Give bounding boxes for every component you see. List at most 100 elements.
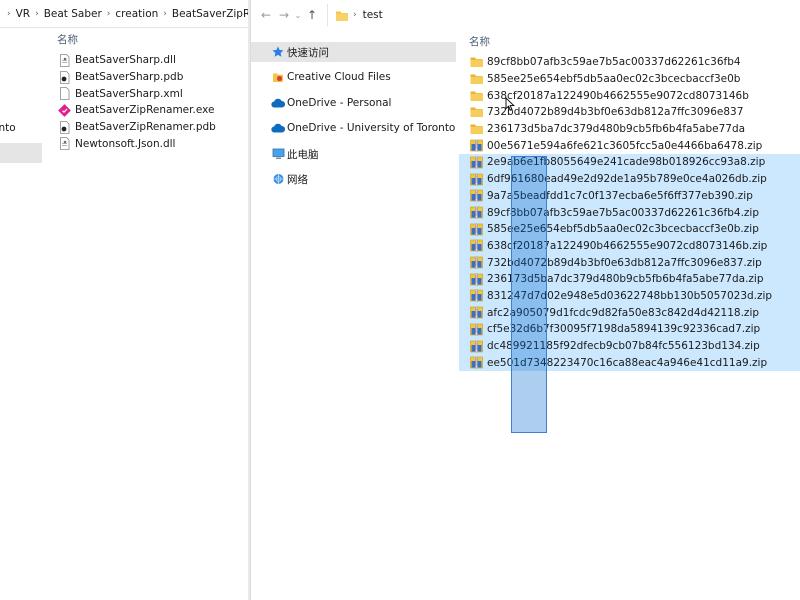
computer-icon: [271, 148, 285, 161]
dll-file-icon: [58, 137, 71, 151]
zip-file-icon: [470, 289, 483, 302]
zip-file-icon: [470, 239, 483, 252]
list-item[interactable]: BeatSaverSharp.pdb: [50, 69, 248, 86]
zip-list-item[interactable]: dc489921185f92dfecb9cb07b84fc556123bd134…: [459, 337, 800, 355]
zip-list-item[interactable]: afc2a905079d1fcdc9d82fa50e83c842d4d42118…: [459, 304, 800, 321]
nav-item-this-pc[interactable]: 此电脑: [251, 144, 456, 164]
list-item[interactable]: BeatSaverSharp.xml: [50, 85, 248, 102]
breadcrumb-item[interactable]: creation: [115, 8, 158, 20]
nav-item-label: 此电脑: [287, 148, 319, 161]
folder-icon: [470, 123, 483, 136]
zip-file-icon: [470, 156, 483, 169]
up-arrow-icon[interactable]: ↑: [303, 4, 321, 26]
left-file-list: 名称 BeatSaverSharp.dll BeatSaverSharp.pdb B…: [50, 28, 248, 600]
zip-file-icon: [470, 206, 483, 219]
network-icon: [271, 173, 285, 186]
zip-list-item[interactable]: 831247d7d02e948e5d03622748bb130b5057023d…: [459, 287, 800, 305]
chevron-right-icon: ›: [7, 8, 11, 19]
zip-list-item[interactable]: 9a7a5beadfdd1c7c0f137ecba6e5f6ff377eb390…: [459, 187, 800, 205]
file-name: 2e9ab6e1fb8055649e241cade98b018926cc93a8…: [487, 156, 766, 169]
file-name: cf5e32d6b7f30095f7198da5894139c92336cad7…: [487, 323, 761, 336]
right-navigation-pane: 快速访问 Creative Cloud Files OneDrive - Per…: [251, 30, 456, 600]
pdb-file-icon: [58, 70, 71, 84]
nav-item-university-of-toronto[interactable]: ronto: [0, 118, 42, 138]
nav-item-onedrive-personal[interactable]: OneDrive - Personal: [251, 93, 456, 113]
list-item[interactable]: Newtonsoft.Json.dll: [50, 135, 248, 152]
cloud-icon: [271, 122, 285, 135]
list-item[interactable]: BeatSaverZipRenamer.pdb: [50, 119, 248, 136]
list-item[interactable]: BeatSaverSharp.dll: [50, 52, 248, 69]
file-name: 585ee25e654ebf5db5aa0ec02c3bcecbaccf3e0b: [487, 73, 741, 86]
file-name: BeatSaverZipRenamer.pdb: [75, 121, 216, 134]
zip-list-item[interactable]: 89cf8bb07afb3c59ae7b5ac00337d62261c36fb4…: [459, 204, 800, 221]
column-header-name[interactable]: 名称: [50, 28, 248, 52]
file-name: 831247d7d02e948e5d03622748bb130b5057023d…: [487, 289, 773, 302]
navigation-toolbar: ← → ⌄ ↑ › test: [251, 0, 800, 30]
nav-item-creative-cloud-files[interactable]: Creative Cloud Files: [251, 67, 456, 87]
zip-file-icon: [470, 139, 483, 152]
file-name: 638cf20187a122490b4662555e9072cd8073146b: [487, 89, 749, 102]
file-name: 89cf8bb07afb3c59ae7b5ac00337d62261c36fb4: [487, 56, 741, 69]
folder-icon: [470, 89, 483, 102]
star-icon: [271, 46, 285, 59]
folder-list-item[interactable]: 236173d5ba7dc379d480b9cb5fb6b4fa5abe77da: [459, 121, 800, 138]
zip-file-icon: [470, 189, 483, 202]
zip-list-item[interactable]: ee501d7348223470c16ca88eac4a946e41cd11a9…: [459, 354, 800, 372]
file-name: 236173d5ba7dc379d480b9cb5fb6b4fa5abe77da…: [487, 273, 764, 286]
xml-file-icon: [58, 87, 71, 101]
file-name: BeatSaverZipRenamer.exe: [75, 104, 215, 117]
folder-list-item[interactable]: 638cf20187a122490b4662555e9072cd8073146b: [459, 87, 800, 104]
breadcrumb-item[interactable]: BeatSaverZipRenam: [172, 8, 250, 20]
right-address-bar[interactable]: › test: [327, 4, 383, 26]
zip-list-item[interactable]: 6df961680ead49e2d92de1a95b789e0ce4a026db…: [459, 170, 800, 188]
back-arrow-icon[interactable]: ←: [257, 4, 275, 26]
zip-list-item[interactable]: 585ee25e654ebf5db5aa0ec02c3bcecbaccf3e0b…: [459, 220, 800, 238]
folder-icon: [470, 73, 483, 86]
folder-icon: [336, 10, 348, 21]
file-name: ee501d7348223470c16ca88eac4a946e41cd11a9…: [487, 356, 768, 369]
nav-item-onedrive-university[interactable]: OneDrive - University of Toronto: [251, 118, 456, 138]
folder-list-item[interactable]: 585ee25e654ebf5db5aa0ec02c3bcecbaccf3e0b: [459, 71, 800, 88]
folder-list-item[interactable]: 89cf8bb07afb3c59ae7b5ac00337d62261c36fb4: [459, 54, 800, 71]
zip-list-item[interactable]: 638cf20187a122490b4662555e9072cd8073146b…: [459, 237, 800, 255]
zip-list-item[interactable]: 2e9ab6e1fb8055649e241cade98b018926cc93a8…: [459, 154, 800, 171]
zip-file-icon: [470, 340, 483, 353]
nav-item-label: OneDrive - Personal: [287, 97, 392, 109]
nav-item-label: 网络: [287, 173, 308, 186]
folder-list-item[interactable]: 732bd4072b89d4b3bf0e63db812a7ffc3096e837: [459, 104, 800, 121]
file-name: Newtonsoft.Json.dll: [75, 137, 176, 150]
breadcrumb-item[interactable]: VR: [16, 8, 30, 20]
nav-item-network[interactable]: 网络: [251, 169, 456, 189]
breadcrumb-item[interactable]: test: [363, 9, 383, 21]
file-name: afc2a905079d1fcdc9d82fa50e83c842d4d42118…: [487, 306, 760, 319]
forward-arrow-icon[interactable]: →: [275, 4, 293, 26]
file-name: 00e5671e594a6fe621c3605fcc5a0e4466ba6478…: [487, 139, 763, 152]
file-name: 585ee25e654ebf5db5aa0ec02c3bcecbaccf3e0b…: [487, 223, 759, 236]
chevron-right-icon: ›: [35, 8, 39, 19]
nav-item-selected[interactable]: [0, 143, 42, 163]
list-item[interactable]: BeatSaverZipRenamer.exe: [50, 102, 248, 119]
zip-file-icon: [470, 256, 483, 269]
zip-list-item[interactable]: 236173d5ba7dc379d480b9cb5fb6b4fa5abe77da…: [459, 270, 800, 288]
zip-list-item[interactable]: 732bd4072b89d4b3bf0e63db812a7ffc3096e837…: [459, 254, 800, 271]
pdb-file-icon: [58, 120, 71, 134]
left-address-bar[interactable]: › VR › Beat Saber › creation › BeatSaver…: [0, 0, 250, 28]
file-name: dc489921185f92dfecb9cb07b84fc556123bd134…: [487, 340, 760, 353]
right-explorer-window: ← → ⌄ ↑ › test 快速访问 Creative Cloud Files: [250, 0, 800, 600]
file-name: 732bd4072b89d4b3bf0e63db812a7ffc3096e837…: [487, 256, 762, 269]
exe-file-icon: [58, 104, 71, 117]
chevron-down-icon[interactable]: ⌄: [293, 4, 303, 26]
column-header-name[interactable]: 名称: [459, 30, 800, 54]
zip-file-icon: [470, 306, 483, 319]
zip-list-item[interactable]: 00e5671e594a6fe621c3605fcc5a0e4466ba6478…: [459, 137, 800, 154]
nav-item-label: Creative Cloud Files: [287, 71, 391, 83]
left-explorer-window: › VR › Beat Saber › creation › BeatSaver…: [0, 0, 250, 600]
nav-item-quick-access[interactable]: 快速访问: [251, 42, 456, 62]
file-name: 89cf8bb07afb3c59ae7b5ac00337d62261c36fb4…: [487, 206, 760, 219]
creative-cloud-icon: [271, 71, 285, 84]
zip-list-item[interactable]: cf5e32d6b7f30095f7198da5894139c92336cad7…: [459, 321, 800, 338]
right-file-list: 名称 89cf8bb07afb3c59ae7b5ac00337d62261c36…: [459, 30, 800, 600]
left-navigation-pane: ronto: [0, 28, 42, 600]
breadcrumb-item[interactable]: Beat Saber: [44, 8, 102, 20]
file-name: 236173d5ba7dc379d480b9cb5fb6b4fa5abe77da: [487, 123, 746, 136]
